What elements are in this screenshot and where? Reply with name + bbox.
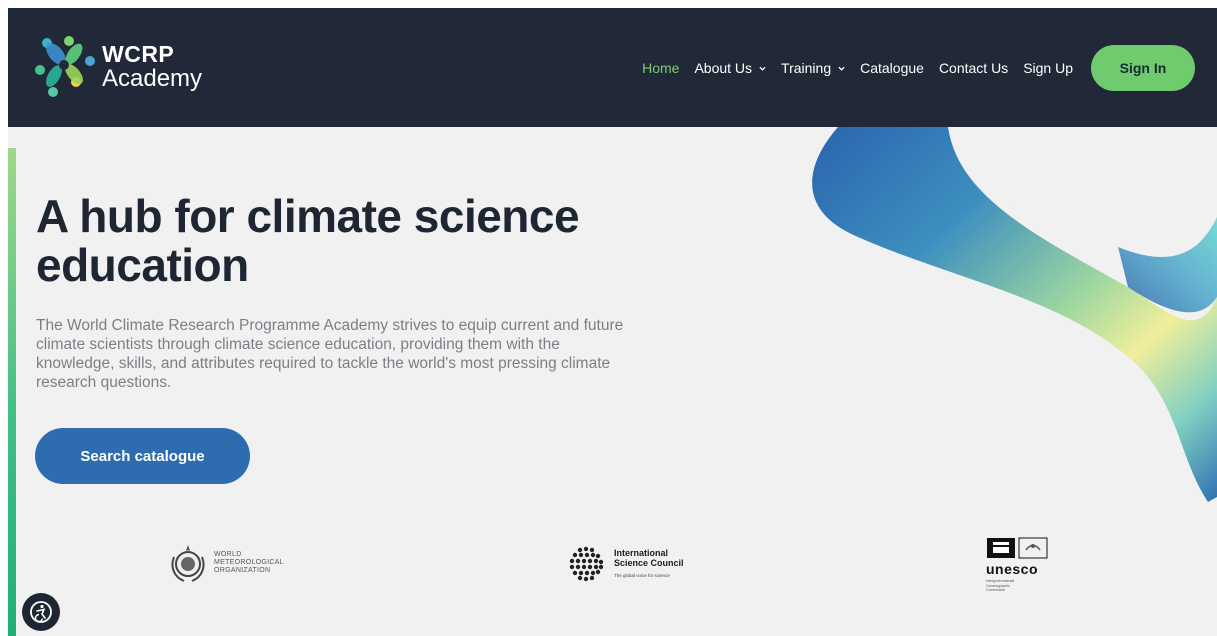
hero-title-line-1: A hub for climate science	[36, 190, 580, 242]
logo-title: WCRP	[102, 41, 175, 67]
unesco-wordmark: unesco	[986, 561, 1039, 577]
logo-subtitle: Academy	[102, 65, 203, 92]
nav-item-home[interactable]: Home	[642, 60, 679, 76]
hero-title-line-2: education	[36, 239, 249, 291]
nav-item-about-us[interactable]: About Us	[694, 60, 766, 76]
wmo-line-2: METEOROLOGICAL	[214, 559, 284, 566]
isc-line-1: International	[614, 547, 669, 558]
sign-in-button[interactable]: Sign In	[1091, 45, 1195, 91]
nav-item-sign-up[interactable]: Sign Up	[1023, 60, 1073, 76]
isc-tagline: The global voice for science	[614, 572, 670, 578]
isc-line-2: Science Council	[614, 557, 684, 568]
unesco-emblem-icon	[987, 537, 1048, 559]
nav-item-label: Catalogue	[860, 60, 924, 76]
nav-item-label: Home	[642, 60, 680, 76]
chevron-down-icon	[759, 66, 766, 71]
nav-item-catalogue[interactable]: Catalogue	[860, 60, 924, 76]
site-logo[interactable]: WCRP Academy	[34, 32, 202, 102]
hero-description: The World Climate Research Programme Aca…	[36, 317, 624, 391]
nav-item-training[interactable]: Training	[781, 60, 845, 76]
main-nav: Home About Us Training Catalogue Contact…	[627, 45, 1195, 91]
nav-item-label: Sign Up	[1023, 60, 1073, 76]
hero-ribbon-graphic	[812, 127, 1217, 502]
isc-dots-icon	[569, 546, 604, 582]
nav-item-label: About Us	[694, 60, 753, 76]
wmo-logo[interactable]: WORLD METEOROLOGICAL ORGANIZATION	[168, 543, 284, 583]
wmo-emblem-icon	[171, 545, 205, 582]
accessibility-icon	[30, 601, 52, 623]
site-header: WCRP Academy Home About Us Training Cata…	[8, 8, 1217, 127]
page: WCRP Academy Home About Us Training Cata…	[8, 8, 1217, 636]
nav-item-contact-us[interactable]: Contact Us	[939, 60, 1008, 76]
hero-title: A hub for climate science education	[36, 192, 676, 290]
unesco-logo[interactable]: unesco Intergovernmental Oceanographic C…	[986, 537, 1048, 593]
unesco-sub-line-3: Commission	[986, 588, 1006, 592]
left-edge-strip	[8, 148, 16, 636]
wcrp-logo-icon	[35, 36, 95, 97]
wmo-line-3: ORGANIZATION	[214, 567, 271, 574]
nav-item-label: Contact Us	[938, 60, 1009, 76]
search-catalogue-button[interactable]: Search catalogue	[35, 428, 250, 484]
isc-logo[interactable]: International Science Council The global…	[566, 544, 684, 584]
nav-item-label: Training	[781, 60, 832, 76]
wmo-line-1: WORLD	[214, 551, 242, 558]
accessibility-button[interactable]	[22, 593, 60, 631]
chevron-down-icon	[838, 66, 845, 71]
